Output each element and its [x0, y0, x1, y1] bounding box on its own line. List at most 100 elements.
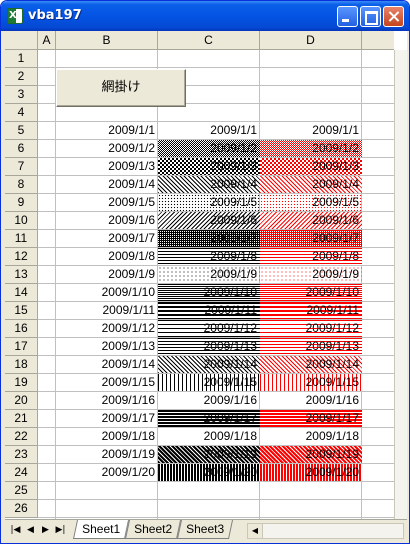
cell-d16[interactable]: 2009/1/12	[260, 320, 362, 337]
tab-sheet2[interactable]: Sheet2	[124, 520, 182, 539]
cell-b20[interactable]: 2009/1/16	[56, 392, 158, 409]
cell-d12[interactable]: 2009/1/8	[260, 248, 362, 265]
tab-sheet1[interactable]: Sheet1	[72, 520, 130, 539]
row-header[interactable]: 12	[5, 248, 38, 266]
cell-b10[interactable]: 2009/1/6	[56, 212, 158, 229]
cell-c18[interactable]: 2009/1/14	[158, 356, 260, 373]
cell-d18[interactable]: 2009/1/14	[260, 356, 362, 373]
row-header[interactable]: 22	[5, 428, 38, 446]
row-header[interactable]: 1	[5, 50, 38, 68]
cell-d19[interactable]: 2009/1/15	[260, 374, 362, 391]
row-header[interactable]: 20	[5, 392, 38, 410]
cell-c24[interactable]: 2009/1/20	[158, 464, 260, 481]
row-header[interactable]: 2	[5, 68, 38, 86]
row-header[interactable]: 5	[5, 122, 38, 140]
cell-c23[interactable]: 2009/1/19	[158, 446, 260, 463]
vertical-scrollbar[interactable]	[394, 50, 407, 519]
cell-c17[interactable]: 2009/1/13	[158, 338, 260, 355]
cell-c15[interactable]: 2009/1/11	[158, 302, 260, 319]
column-header-a[interactable]: A	[38, 31, 56, 50]
row-header[interactable]: 10	[5, 212, 38, 230]
cell-b14[interactable]: 2009/1/10	[56, 284, 158, 301]
row-header[interactable]: 16	[5, 320, 38, 338]
cell-c19[interactable]: 2009/1/15	[158, 374, 260, 391]
horizontal-scrollbar[interactable]: ◀	[247, 523, 404, 539]
cell-d10[interactable]: 2009/1/6	[260, 212, 362, 229]
cell-d8[interactable]: 2009/1/4	[260, 176, 362, 193]
cell-d5[interactable]: 2009/1/1	[260, 122, 362, 139]
cell-b15[interactable]: 2009/1/11	[56, 302, 158, 319]
cell-c5[interactable]: 2009/1/1	[158, 122, 260, 139]
cell-b6[interactable]: 2009/1/2	[56, 140, 158, 157]
cell-d20[interactable]: 2009/1/16	[260, 392, 362, 409]
cell-c14[interactable]: 2009/1/10	[158, 284, 260, 301]
maximize-button[interactable]	[360, 6, 381, 27]
cell-b7[interactable]: 2009/1/3	[56, 158, 158, 175]
next-sheet-icon[interactable]: ▶	[39, 523, 52, 538]
column-header-d[interactable]: D	[260, 31, 362, 50]
last-sheet-icon[interactable]: ▶|	[54, 523, 67, 538]
cell-d7[interactable]: 2009/1/3	[260, 158, 362, 175]
cell-d23[interactable]: 2009/1/19	[260, 446, 362, 463]
row-header[interactable]: 6	[5, 140, 38, 158]
column-header-e[interactable]	[362, 31, 394, 50]
row-header[interactable]: 4	[5, 104, 38, 122]
cell-b17[interactable]: 2009/1/13	[56, 338, 158, 355]
cell-c20[interactable]: 2009/1/16	[158, 392, 260, 409]
cell-b18[interactable]: 2009/1/14	[56, 356, 158, 373]
minimize-button[interactable]	[337, 6, 358, 27]
cell-d22[interactable]: 2009/1/18	[260, 428, 362, 445]
tab-sheet3[interactable]: Sheet3	[176, 520, 234, 539]
cell-b19[interactable]: 2009/1/15	[56, 374, 158, 391]
row-header[interactable]: 11	[5, 230, 38, 248]
row-header[interactable]: 24	[5, 464, 38, 482]
cell-d11[interactable]: 2009/1/7	[260, 230, 362, 247]
row-header[interactable]: 21	[5, 410, 38, 428]
cell-d9[interactable]: 2009/1/5	[260, 194, 362, 211]
close-button[interactable]	[383, 6, 404, 27]
row-header[interactable]: 15	[5, 302, 38, 320]
row-header[interactable]: 26	[5, 500, 38, 518]
row-header[interactable]: 9	[5, 194, 38, 212]
cell-b11[interactable]: 2009/1/7	[56, 230, 158, 247]
cell-c13[interactable]: 2009/1/9	[158, 266, 260, 283]
title-bar[interactable]: vba197	[1, 1, 409, 31]
cell-c12[interactable]: 2009/1/8	[158, 248, 260, 265]
cell-d15[interactable]: 2009/1/11	[260, 302, 362, 319]
cell-c7[interactable]: 2009/1/3	[158, 158, 260, 175]
row-header[interactable]: 19	[5, 374, 38, 392]
cell-b22[interactable]: 2009/1/18	[56, 428, 158, 445]
cell-c10[interactable]: 2009/1/6	[158, 212, 260, 229]
row-header[interactable]: 25	[5, 482, 38, 500]
prev-sheet-icon[interactable]: ◀	[24, 523, 37, 538]
cell-c16[interactable]: 2009/1/12	[158, 320, 260, 337]
cell-c22[interactable]: 2009/1/18	[158, 428, 260, 445]
cell-b8[interactable]: 2009/1/4	[56, 176, 158, 193]
cell-d13[interactable]: 2009/1/9	[260, 266, 362, 283]
cell-b9[interactable]: 2009/1/5	[56, 194, 158, 211]
cell-d6[interactable]: 2009/1/2	[260, 140, 362, 157]
cell-b21[interactable]: 2009/1/17	[56, 410, 158, 427]
select-all-corner[interactable]	[5, 31, 38, 50]
column-header-b[interactable]: B	[56, 31, 158, 50]
cell-c9[interactable]: 2009/1/5	[158, 194, 260, 211]
cell-b24[interactable]: 2009/1/20	[56, 464, 158, 481]
row-header[interactable]: 7	[5, 158, 38, 176]
first-sheet-icon[interactable]: |◀	[9, 523, 22, 538]
cell-b12[interactable]: 2009/1/8	[56, 248, 158, 265]
cell-c11[interactable]: 2009/1/7	[158, 230, 260, 247]
worksheet[interactable]: A B C D 1 2 3 4 5 6 7 8 9 10 11 12 13 14 15 16 17 18 19 20 2…	[5, 31, 407, 519]
scroll-left-icon[interactable]: ◀	[248, 524, 263, 538]
cell-c21[interactable]: 2009/1/17	[158, 410, 260, 427]
row-header[interactable]: 23	[5, 446, 38, 464]
cell-d24[interactable]: 2009/1/20	[260, 464, 362, 481]
column-header-c[interactable]: C	[158, 31, 260, 50]
row-header[interactable]: 3	[5, 86, 38, 104]
cell-b5[interactable]: 2009/1/1	[56, 122, 158, 139]
row-header[interactable]: 8	[5, 176, 38, 194]
cell-d17[interactable]: 2009/1/13	[260, 338, 362, 355]
shading-macro-button[interactable]: 網掛け	[56, 69, 186, 107]
cell-c8[interactable]: 2009/1/4	[158, 176, 260, 193]
row-header[interactable]: 13	[5, 266, 38, 284]
cell-d21[interactable]: 2009/1/17	[260, 410, 362, 427]
